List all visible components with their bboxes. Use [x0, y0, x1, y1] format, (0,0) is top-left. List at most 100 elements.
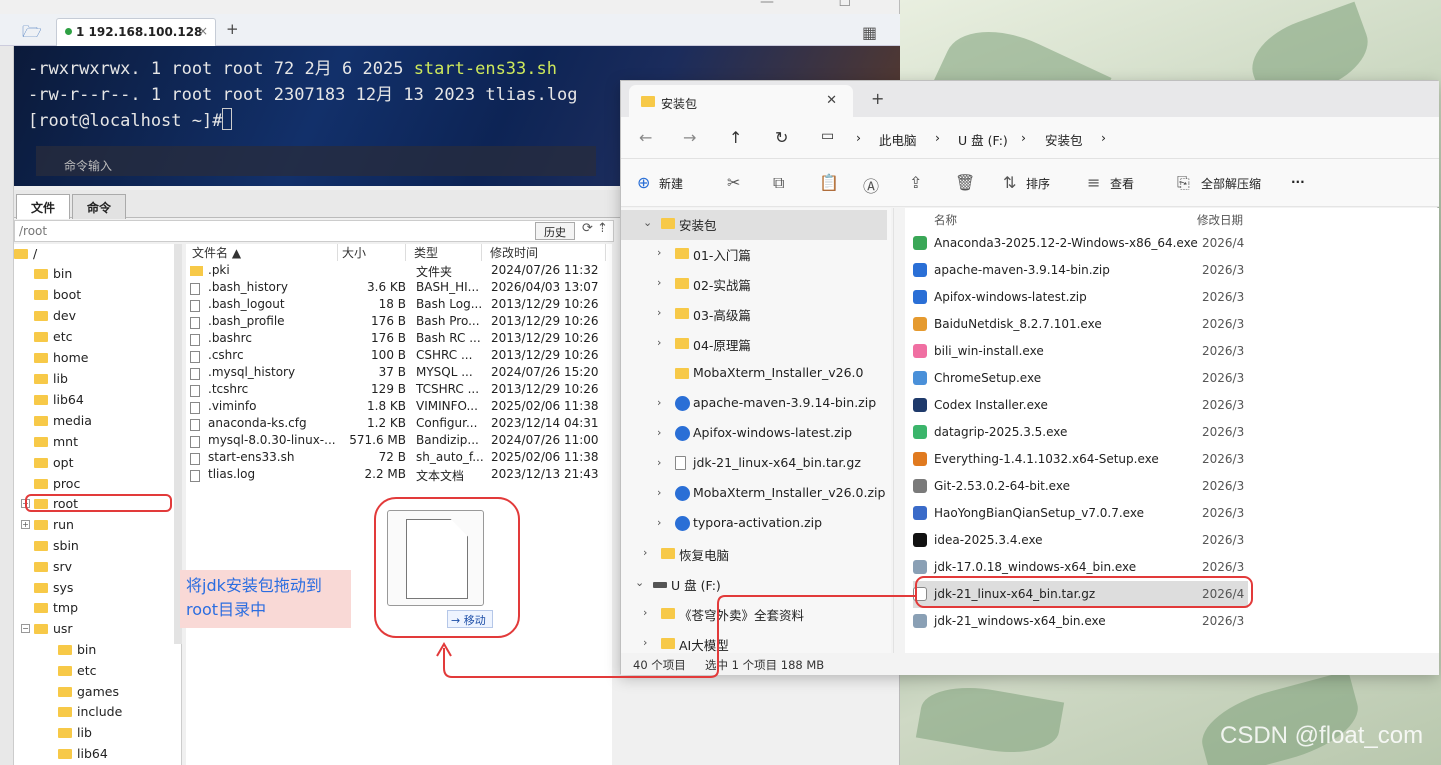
tree-item[interactable]: include	[58, 704, 122, 724]
explorer-tab[interactable]: 安装包 ✕	[629, 85, 853, 117]
table-row[interactable]: .bash_history 3.6 KB BASH_HI... 2026/04/03 …	[186, 280, 612, 297]
forward-icon[interactable]: →	[683, 128, 696, 147]
tree-item[interactable]: srv	[34, 559, 72, 579]
file-row[interactable]: HaoYongBianQianSetup_v7.0.7.exe 2026/3	[913, 500, 1248, 527]
file-row[interactable]: datagrip-2025.3.5.exe 2026/3	[913, 419, 1248, 446]
nav-item[interactable]: › 《苍穹外卖》全套资料	[621, 600, 881, 630]
file-row[interactable]: Codex Installer.exe 2026/3	[913, 392, 1248, 419]
col-type[interactable]: 类型	[410, 244, 482, 261]
table-row[interactable]: .viminfo 1.8 KB VIMINFO... 2025/02/06 11:38	[186, 399, 612, 416]
col-size[interactable]: 大小	[338, 244, 406, 261]
table-row[interactable]: .pki 文件夹 2024/07/26 11:32	[186, 263, 612, 280]
chevron-icon[interactable]: ›	[657, 486, 661, 499]
cut-icon[interactable]: ✂	[727, 173, 740, 192]
new-tab-icon[interactable]: +	[871, 89, 884, 108]
table-row[interactable]: .tcshrc 129 B TCSHRC ... 2013/12/29 10:26	[186, 382, 612, 399]
nav-item[interactable]: › 04-原理篇	[621, 330, 881, 360]
sort-button[interactable]: 排序	[1026, 175, 1050, 192]
file-row[interactable]: ChromeSetup.exe 2026/3	[913, 365, 1248, 392]
new-tab-icon[interactable]: +	[226, 20, 239, 38]
nav-item[interactable]: › Apifox-windows-latest.zip	[621, 420, 881, 450]
table-row[interactable]: start-ens33.sh 72 B sh_auto_f... 2025/02/06…	[186, 450, 612, 467]
tree-item[interactable]: lib64	[34, 392, 84, 412]
pane-divider[interactable]	[893, 208, 894, 653]
tree-item[interactable]: proc	[34, 476, 80, 496]
chevron-icon[interactable]: ›	[643, 546, 647, 559]
share-icon[interactable]: ⇪	[909, 173, 922, 192]
table-row[interactable]: .cshrc 100 B CSHRC ... 2013/12/29 10:26	[186, 348, 612, 365]
refresh-icon[interactable]: ⟳ ⇡	[582, 221, 608, 236]
chevron-icon[interactable]: ›	[643, 636, 647, 649]
chevron-icon[interactable]: ›	[643, 606, 647, 619]
extract-icon[interactable]: ⎘	[1177, 173, 1190, 193]
delete-icon[interactable]: 🗑	[955, 173, 975, 192]
nav-item[interactable]: › AI大模型	[621, 630, 881, 653]
tree-item[interactable]: opt	[34, 455, 73, 475]
back-icon[interactable]: ←	[639, 128, 652, 147]
computer-icon[interactable]: ▭	[821, 128, 834, 144]
tree-item[interactable]: games	[58, 684, 119, 704]
nav-item[interactable]: › MobaXterm_Installer_v26.0.zip	[621, 480, 885, 510]
grid-icon[interactable]: ▦	[862, 23, 877, 42]
file-row[interactable]: idea-2025.3.4.exe 2026/3	[913, 527, 1248, 554]
new-icon[interactable]: ⊕	[637, 173, 650, 192]
file-row[interactable]: BaiduNetdisk_8.2.7.101.exe 2026/3	[913, 311, 1248, 338]
tab-files[interactable]: 文件	[16, 194, 71, 219]
nav-item[interactable]: ⌄ U 盘 (F:)	[621, 570, 881, 600]
paste-icon[interactable]: 📋	[819, 173, 839, 192]
tree-item[interactable]: + run	[21, 517, 74, 537]
table-row[interactable]: .bash_profile 176 B Bash Pro... 2013/12/29 …	[186, 314, 612, 331]
tree-item[interactable]: bin	[58, 642, 96, 662]
table-row[interactable]: .mysql_history 37 B MYSQL ... 2024/07/26 15…	[186, 365, 612, 382]
tree-item[interactable]: − usr	[21, 621, 73, 641]
file-row[interactable]: Everything-1.4.1.1032.x64-Setup.exe 2026/…	[913, 446, 1248, 473]
sort-icon[interactable]: ⇅	[1003, 173, 1016, 192]
nav-item[interactable]: › 恢复电脑	[621, 540, 881, 570]
tree-item[interactable]: sys	[34, 580, 73, 600]
breadcrumb-item[interactable]: 此电脑	[879, 130, 917, 149]
file-row[interactable]: apache-maven-3.9.14-bin.zip 2026/3	[913, 257, 1248, 284]
nav-item[interactable]: MobaXterm_Installer_v26.0	[621, 360, 881, 390]
table-row[interactable]: .bash_logout 18 B Bash Log... 2013/12/29 10…	[186, 297, 612, 314]
nav-item[interactable]: › apache-maven-3.9.14-bin.zip	[621, 390, 881, 420]
command-input[interactable]: 命令输入	[36, 146, 596, 176]
chevron-icon[interactable]: ⌄	[635, 576, 644, 589]
file-row[interactable]: jdk-17.0.18_windows-x64_bin.exe 2026/3	[913, 554, 1248, 581]
breadcrumb-item[interactable]: 安装包	[1045, 130, 1083, 149]
nav-item[interactable]: › 03-高级篇	[621, 300, 881, 330]
file-row[interactable]: Git-2.53.0.2-64-bit.exe 2026/3	[913, 473, 1248, 500]
up-icon[interactable]: ↑	[729, 128, 742, 147]
nav-item[interactable]: › 01-入门篇	[621, 240, 881, 270]
chevron-icon[interactable]: ›	[657, 426, 661, 439]
tab-commands[interactable]: 命令	[72, 194, 127, 219]
tree-item[interactable]: home	[34, 350, 88, 370]
tree-item[interactable]: lib	[34, 371, 68, 391]
view-button[interactable]: 查看	[1110, 175, 1134, 192]
tree-item[interactable]: boot	[34, 287, 81, 307]
chevron-icon[interactable]: ›	[657, 246, 661, 259]
chevron-icon[interactable]: ›	[657, 276, 661, 289]
breadcrumb-item[interactable]: U 盘 (F:)	[958, 130, 1008, 149]
chevron-icon[interactable]: ⌄	[643, 216, 652, 229]
tree-item[interactable]: etc	[34, 329, 72, 349]
file-row[interactable]: Apifox-windows-latest.zip 2026/3	[913, 284, 1248, 311]
new-button[interactable]: 新建	[659, 175, 683, 192]
tree-item[interactable]: /	[14, 246, 37, 266]
table-row[interactable]: anaconda-ks.cfg 1.2 KB Configur... 2023/12/…	[186, 416, 612, 433]
col-name[interactable]: 文件名 ▲	[188, 244, 338, 261]
history-button[interactable]: 历史	[535, 222, 575, 240]
window-controls[interactable]: — ☐	[760, 0, 881, 10]
file-row[interactable]: Anaconda3-2025.12-2-Windows-x86_64.exe 20…	[913, 230, 1248, 257]
path-input[interactable]: /root	[14, 220, 614, 242]
tree-item[interactable]: sbin	[34, 538, 79, 558]
tree-item[interactable]: mnt	[34, 434, 78, 454]
chevron-icon[interactable]: ›	[657, 306, 661, 319]
col-time[interactable]: 修改时间	[486, 244, 606, 261]
copy-icon[interactable]: ⧉	[773, 173, 784, 193]
extract-all-button[interactable]: 全部解压缩	[1201, 175, 1261, 192]
file-row[interactable]: jdk-21_windows-x64_bin.exe 2026/3	[913, 608, 1248, 635]
file-row[interactable]: bili_win-install.exe 2026/3	[913, 338, 1248, 365]
chevron-icon[interactable]: ›	[657, 456, 661, 469]
tree-item[interactable]: tmp	[34, 600, 78, 620]
table-row[interactable]: tlias.log 2.2 MB 文本文档 2023/12/13 21:43	[186, 467, 612, 484]
